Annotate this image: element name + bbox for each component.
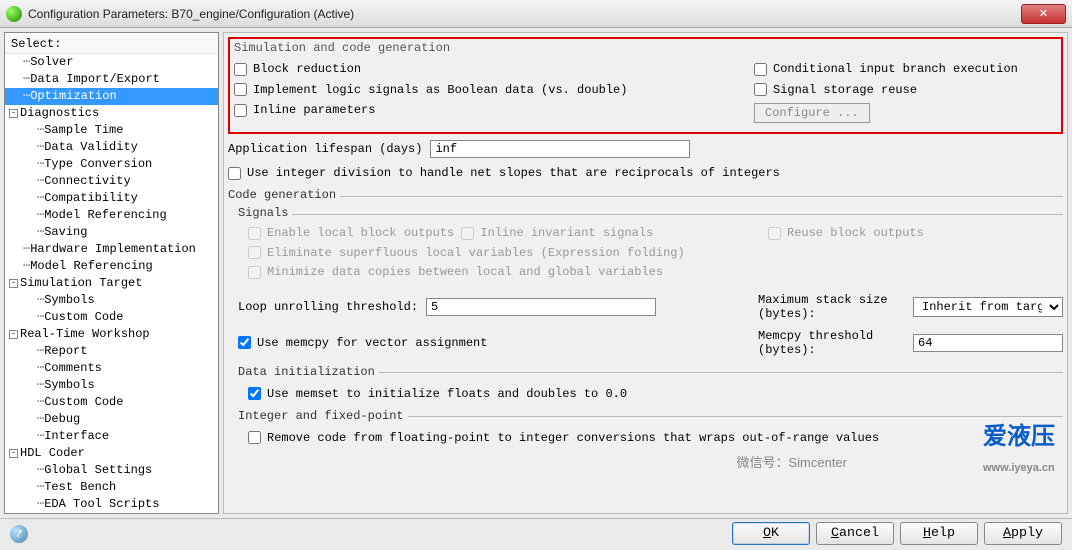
tree-item[interactable]: -Real-Time Workshop <box>5 326 218 343</box>
tree-item[interactable]: ⋯Solver <box>5 54 218 71</box>
tree-item[interactable]: ⋯Debug <box>5 411 218 428</box>
tree-item[interactable]: ⋯Symbols <box>5 377 218 394</box>
memcpy-thresh-input[interactable] <box>913 334 1063 352</box>
footer: ? OOKK Cancel Help Apply <box>0 518 1072 548</box>
implement-logic-label: Implement logic signals as Boolean data … <box>253 83 627 97</box>
integer-div-checkbox[interactable] <box>228 167 241 180</box>
tree-item[interactable]: ⋯Symbols <box>5 292 218 309</box>
signal-storage-label: Signal storage reuse <box>773 83 917 97</box>
tree-item[interactable]: -HDL Coder <box>5 445 218 462</box>
memset-checkbox[interactable] <box>248 387 261 400</box>
tree-item[interactable]: ⋯Compatibility <box>5 190 218 207</box>
eliminate-checkbox <box>248 246 261 259</box>
lifespan-input[interactable] <box>430 140 690 158</box>
inline-params-label: Inline parameters <box>253 103 375 117</box>
watermark-wechat: 微信号：Simcenter <box>736 452 847 471</box>
conditional-branch-checkbox[interactable] <box>754 63 767 76</box>
tree-item[interactable]: -Simulation Target <box>5 275 218 292</box>
tree-header: Select: <box>5 35 218 54</box>
memcpy-checkbox[interactable] <box>238 336 251 349</box>
inline-invariant-checkbox <box>461 227 474 240</box>
app-icon <box>6 6 22 22</box>
configure-button[interactable]: Configure ... <box>754 103 870 123</box>
loop-input[interactable] <box>426 298 656 316</box>
tree-item[interactable]: ⋯Connectivity <box>5 173 218 190</box>
content-panel: Simulation and code generation Block red… <box>223 32 1068 514</box>
tree-item[interactable]: ⋯Global Settings <box>5 462 218 479</box>
tree-item[interactable]: ⋯Comments <box>5 360 218 377</box>
apply-button[interactable]: Apply <box>984 522 1062 545</box>
inline-invariant-label: Inline invariant signals <box>480 226 653 240</box>
titlebar: Configuration Parameters: B70_engine/Con… <box>0 0 1072 28</box>
intfixed-title: Integer and fixed-point <box>238 409 404 423</box>
datainit-title: Data initialization <box>238 365 375 379</box>
cancel-button[interactable]: Cancel <box>816 522 894 545</box>
tree-item[interactable]: ⋯Report <box>5 343 218 360</box>
max-stack-label: Maximum stack size (bytes): <box>758 293 905 321</box>
signals-title: Signals <box>238 206 288 220</box>
tree-item[interactable]: ⋯Interface <box>5 428 218 445</box>
conditional-branch-label: Conditional input branch execution <box>773 62 1018 76</box>
integer-div-label: Use integer division to handle net slope… <box>247 166 780 180</box>
window-title: Configuration Parameters: B70_engine/Con… <box>28 7 1021 21</box>
tree-item[interactable]: ⋯Data Import/Export <box>5 71 218 88</box>
memset-label: Use memset to initialize floats and doub… <box>267 387 627 401</box>
implement-logic-checkbox[interactable] <box>234 83 247 96</box>
minimize-checkbox <box>248 266 261 279</box>
loop-label: Loop unrolling threshold: <box>238 300 418 314</box>
tree-item[interactable]: ⋯Sample Time <box>5 122 218 139</box>
tree-item[interactable]: ⋯Model Referencing <box>5 207 218 224</box>
help-button[interactable]: Help <box>900 522 978 545</box>
memcpy-label: Use memcpy for vector assignment <box>257 336 487 350</box>
tree-item[interactable]: ⋯Data Validity <box>5 139 218 156</box>
sim-title: Simulation and code generation <box>234 41 1057 55</box>
block-reduction-label: Block reduction <box>253 62 361 76</box>
tree-item[interactable]: ⋯Hardware Implementation <box>5 241 218 258</box>
sim-codegen-group: Simulation and code generation Block red… <box>228 37 1063 134</box>
max-stack-select[interactable]: Inherit from target <box>913 297 1063 317</box>
codegen-title: Code generation <box>228 188 336 202</box>
block-reduction-checkbox[interactable] <box>234 63 247 76</box>
tree-item[interactable]: ⋯Model Referencing <box>5 258 218 275</box>
close-button[interactable]: ✕ <box>1021 4 1066 24</box>
eliminate-label: Eliminate superfluous local variables (E… <box>267 246 685 260</box>
tree-panel: Select: ⋯Solver⋯Data Import/Export⋯Optim… <box>4 32 219 514</box>
tree-item[interactable]: ⋯Custom Code <box>5 394 218 411</box>
memcpy-thresh-label: Memcpy threshold (bytes): <box>758 329 905 357</box>
tree-item[interactable]: ⋯Test Bench <box>5 479 218 496</box>
reuse-checkbox <box>768 227 781 240</box>
tree-item[interactable]: ⋯Type Conversion <box>5 156 218 173</box>
lifespan-label: Application lifespan (days) <box>228 142 422 156</box>
tree-item[interactable]: ⋯Saving <box>5 224 218 241</box>
signal-storage-checkbox[interactable] <box>754 83 767 96</box>
remove-fp-checkbox[interactable] <box>248 431 261 444</box>
enable-local-label: Enable local block outputs <box>267 226 454 240</box>
remove-fp-label: Remove code from floating-point to integ… <box>267 431 879 445</box>
minimize-label: Minimize data copies between local and g… <box>267 265 663 279</box>
tree-item[interactable]: -Diagnostics <box>5 105 218 122</box>
tree-item[interactable]: ⋯Optimization <box>5 88 218 105</box>
enable-local-checkbox <box>248 227 261 240</box>
inline-params-checkbox[interactable] <box>234 104 247 117</box>
reuse-label: Reuse block outputs <box>787 226 924 240</box>
tree-item[interactable]: ⋯EDA Tool Scripts <box>5 496 218 513</box>
help-icon[interactable]: ? <box>10 525 28 543</box>
ok-button[interactable]: OOKK <box>732 522 810 545</box>
tree-item[interactable]: ⋯Custom Code <box>5 309 218 326</box>
